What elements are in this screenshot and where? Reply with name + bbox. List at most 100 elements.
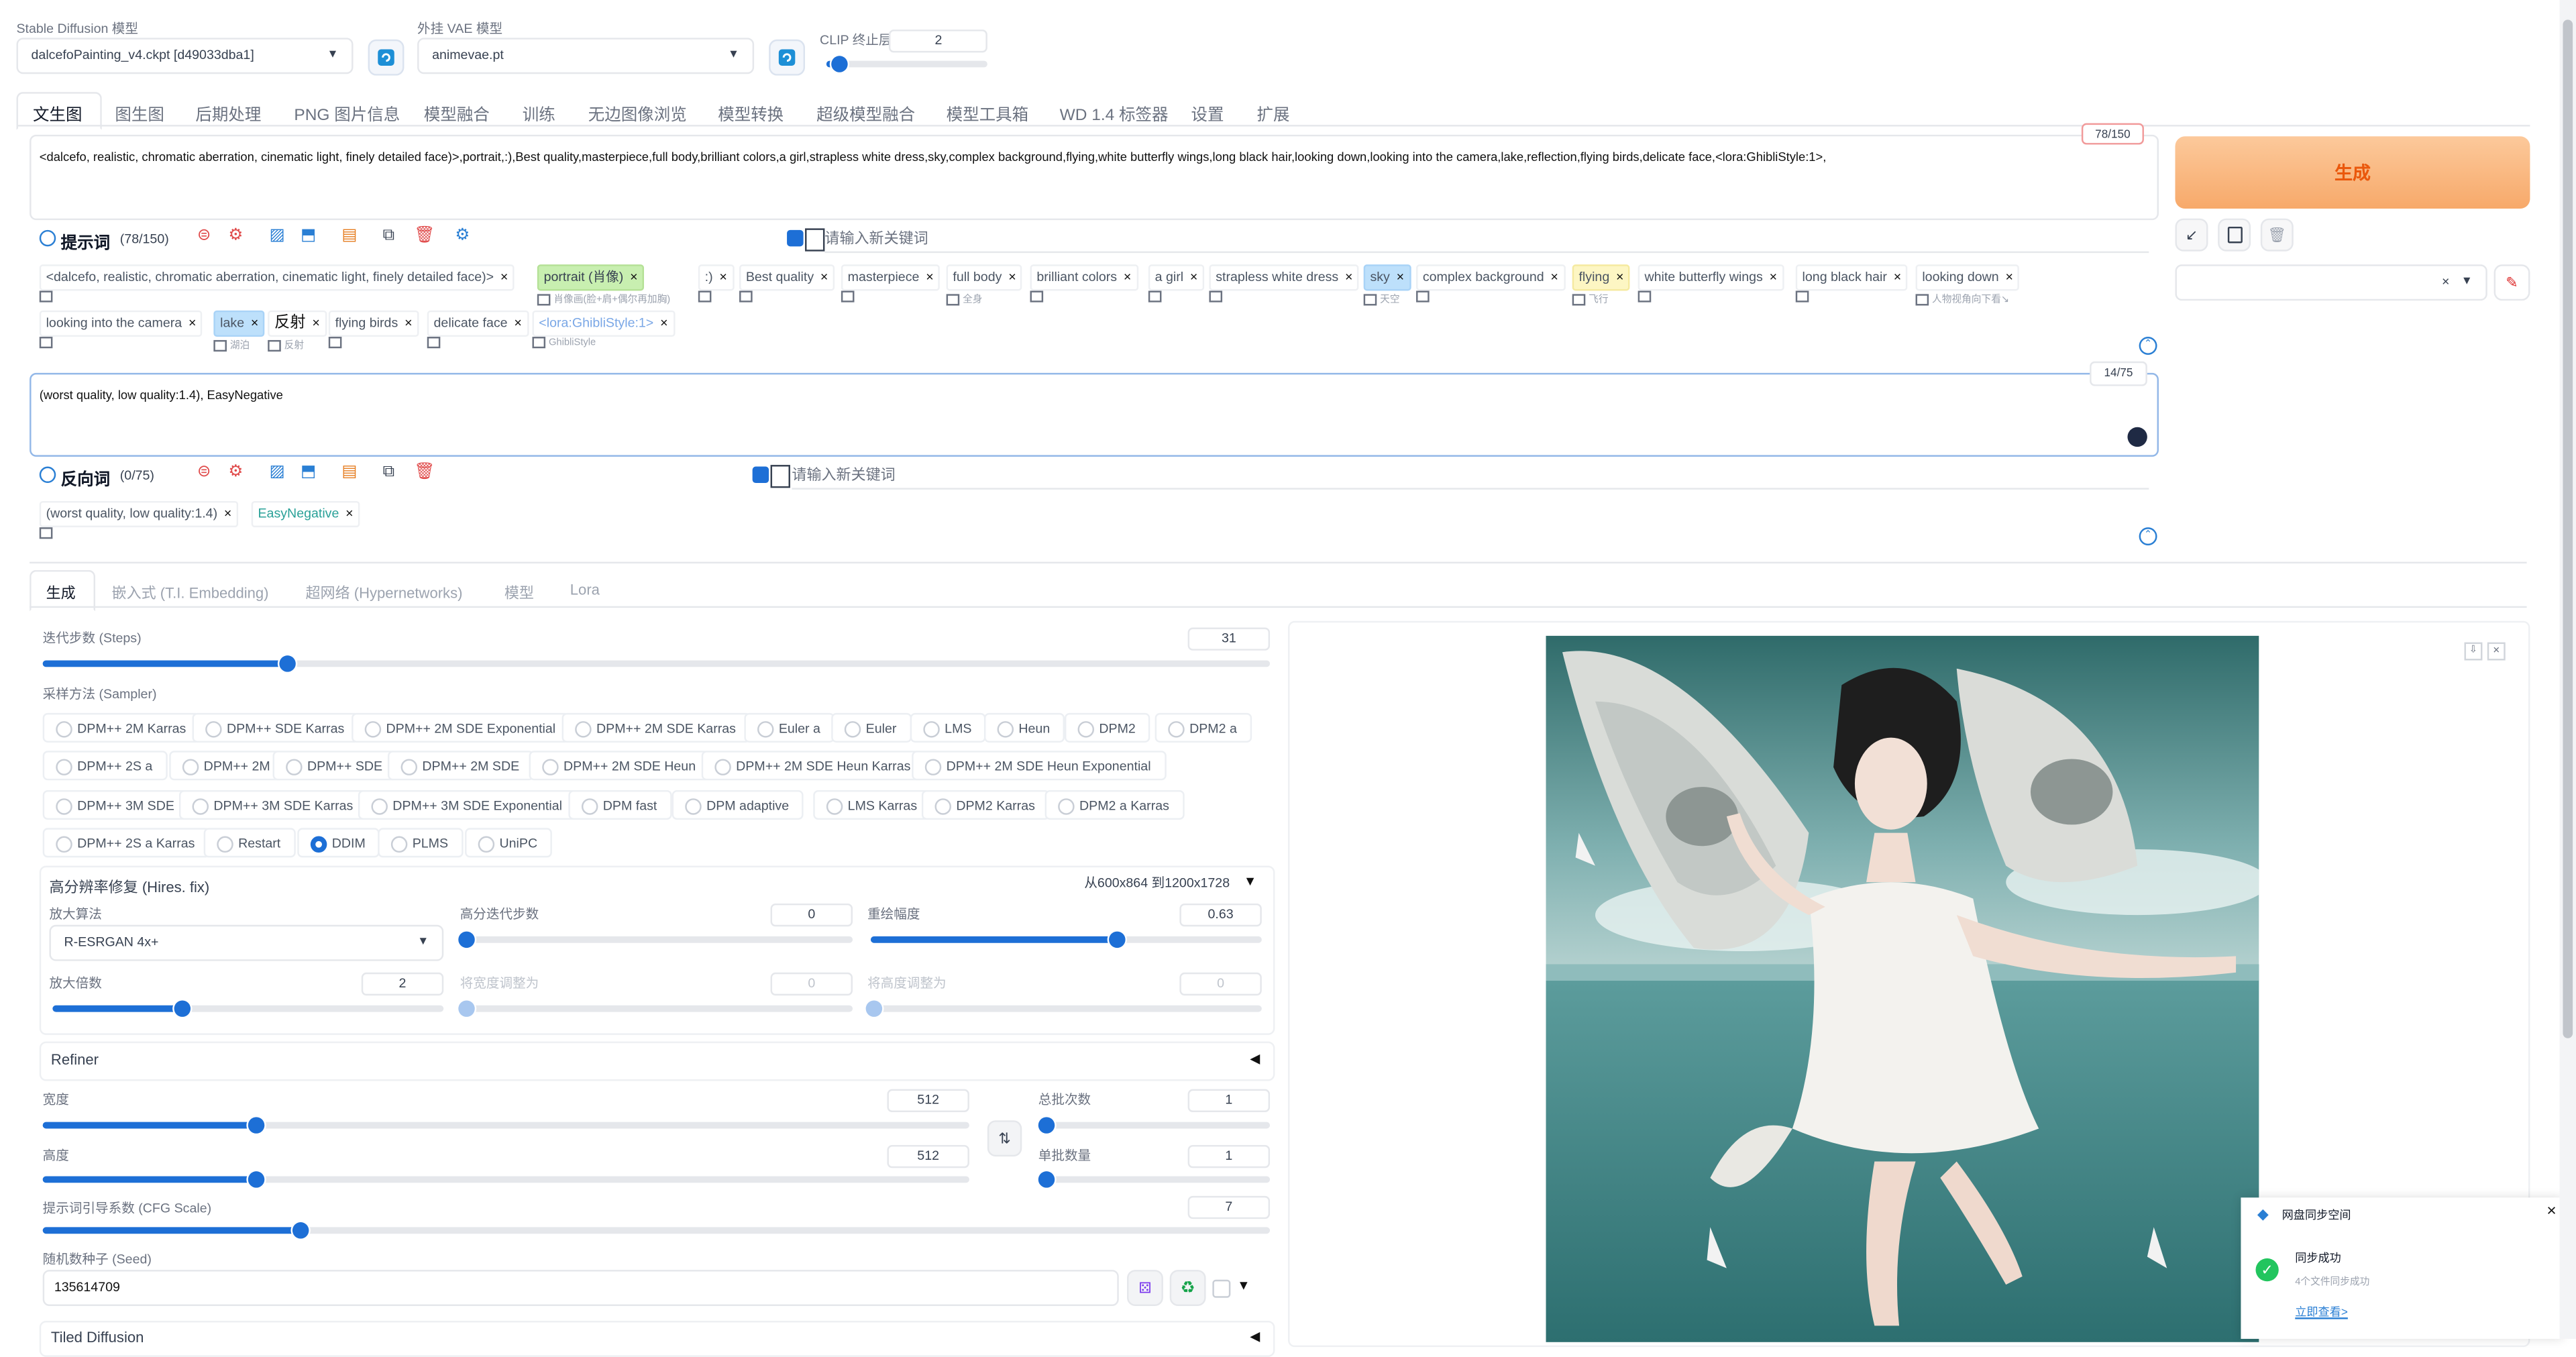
sampler-option[interactable]: LMS bbox=[910, 712, 987, 743]
subtab-2[interactable]: 超网络 (Hypernetworks) bbox=[306, 582, 463, 603]
slider-thumb[interactable] bbox=[865, 1000, 883, 1017]
translate-icon[interactable] bbox=[39, 290, 53, 303]
caret-down-icon[interactable]: ▼ bbox=[1244, 874, 1256, 889]
sampler-option[interactable]: PLMS bbox=[378, 828, 464, 858]
height-input[interactable]: 512 bbox=[887, 1144, 969, 1169]
slider-thumb[interactable] bbox=[1038, 1171, 1055, 1188]
bookmark-icon[interactable]: ⬒ bbox=[301, 464, 316, 482]
negative-tag[interactable]: (worst quality, low quality:1.4) × bbox=[39, 500, 239, 528]
sampler-option[interactable]: DPM++ SDE Karras bbox=[192, 712, 360, 743]
sampler-option[interactable]: DPM++ 2M SDE Karras bbox=[561, 712, 751, 743]
sampler-option[interactable]: DPM++ 2M SDE Exponential bbox=[352, 712, 571, 743]
batch-count-slider[interactable] bbox=[1038, 1117, 1271, 1134]
width-slider[interactable] bbox=[42, 1117, 969, 1134]
close-icon[interactable]: × bbox=[1008, 270, 1016, 284]
close-icon[interactable]: × bbox=[660, 315, 667, 330]
collapse-up-icon[interactable]: ⌃ bbox=[2139, 527, 2157, 546]
close-icon[interactable]: × bbox=[1124, 270, 1131, 284]
tab-8[interactable]: 超级模型融合 bbox=[816, 100, 915, 125]
negative-new-keyword-input[interactable]: 请输入新关键词 bbox=[792, 462, 2149, 490]
scale-input[interactable]: 2 bbox=[361, 972, 444, 996]
slider-thumb[interactable] bbox=[458, 1000, 475, 1017]
sampler-option[interactable]: DPM++ 2S a Karras bbox=[42, 828, 210, 858]
trash-icon[interactable]: 🗑 bbox=[414, 227, 435, 245]
cfg-slider[interactable] bbox=[42, 1222, 1271, 1239]
tab-6[interactable]: 无边图像浏览 bbox=[588, 100, 687, 125]
refresh-vae-button[interactable] bbox=[769, 39, 806, 76]
gear-red-icon[interactable]: ⚙ bbox=[228, 464, 243, 482]
translate-icon[interactable] bbox=[739, 290, 753, 303]
sampler-option[interactable]: DDIM bbox=[297, 828, 380, 858]
extra-seed-checkbox[interactable] bbox=[1212, 1279, 1231, 1298]
batch-count-input[interactable]: 1 bbox=[1187, 1089, 1271, 1112]
caret-down-icon[interactable]: ▼ bbox=[1237, 1278, 1250, 1293]
negative-textarea[interactable]: (worst quality, low quality:1.4), EasyNe… bbox=[30, 372, 2159, 457]
prompt-tag[interactable]: 反射 × bbox=[268, 310, 327, 337]
clear-x-icon[interactable]: × bbox=[2442, 274, 2449, 289]
trash-icon[interactable]: 🗑 bbox=[414, 464, 435, 482]
delete-emoji-icon[interactable]: ⊜ bbox=[197, 464, 211, 482]
prompt-tag[interactable]: <lora:GhibliStyle:1> × bbox=[532, 310, 675, 337]
close-icon[interactable]: × bbox=[189, 315, 196, 330]
prompt-tag[interactable]: portrait (肖像) × bbox=[537, 264, 645, 291]
prompt-tag[interactable]: full body × bbox=[946, 264, 1023, 291]
prompt-new-keyword-input[interactable]: 请输入新关键词 bbox=[824, 225, 2149, 254]
tab-11[interactable]: 设置 bbox=[1191, 100, 1224, 125]
gear-red-icon[interactable]: ⚙ bbox=[228, 227, 243, 245]
denoise-slider[interactable] bbox=[870, 931, 1262, 948]
close-icon[interactable]: × bbox=[1345, 270, 1352, 284]
settings-icon[interactable]: ⚙ bbox=[455, 227, 470, 245]
sampler-option[interactable]: DPM++ 2M SDE Heun bbox=[529, 751, 711, 781]
history-icon[interactable]: ▤ bbox=[341, 227, 357, 245]
scrollbar-thumb[interactable] bbox=[2563, 19, 2573, 1038]
slider-thumb[interactable] bbox=[280, 655, 297, 672]
close-icon[interactable]: × bbox=[1550, 270, 1558, 284]
sampler-option[interactable]: DPM++ 3M SDE Karras bbox=[178, 790, 368, 820]
translate-icon[interactable] bbox=[841, 290, 855, 303]
sampler-option[interactable]: DPM adaptive bbox=[672, 790, 804, 820]
translate-icon[interactable] bbox=[537, 294, 551, 306]
close-icon[interactable]: × bbox=[630, 270, 637, 284]
hires-label[interactable]: 高分辨率修复 (Hires. fix) bbox=[49, 875, 209, 897]
tab-5[interactable]: 训练 bbox=[523, 100, 555, 125]
prompt-tag[interactable]: complex background × bbox=[1416, 264, 1565, 291]
sampler-option[interactable]: DPM fast bbox=[568, 790, 672, 820]
translate-icon[interactable] bbox=[213, 339, 227, 351]
keyword-checkbox[interactable] bbox=[787, 229, 804, 247]
swap-dimensions-button[interactable]: ⇅ bbox=[987, 1120, 1022, 1157]
batch-size-input[interactable]: 1 bbox=[1187, 1144, 1271, 1169]
translate-icon[interactable] bbox=[1209, 290, 1223, 303]
resize-h-slider[interactable] bbox=[865, 1000, 1262, 1017]
slider-thumb[interactable] bbox=[248, 1117, 264, 1134]
extension-icon[interactable] bbox=[2127, 427, 2147, 447]
edit-styles-button[interactable]: ✎ bbox=[2493, 264, 2530, 301]
sampler-option[interactable]: LMS Karras bbox=[813, 790, 932, 820]
sampler-option[interactable]: DPM++ 3M SDE Exponential bbox=[358, 790, 578, 820]
negative-tag[interactable]: EasyNegative × bbox=[251, 500, 360, 528]
close-icon[interactable]: × bbox=[312, 315, 319, 330]
slider-thumb[interactable] bbox=[248, 1171, 264, 1188]
slider-thumb[interactable] bbox=[1038, 1117, 1055, 1134]
clear-button[interactable] bbox=[2218, 218, 2251, 252]
resize-h-input[interactable]: 0 bbox=[1179, 972, 1262, 996]
translate-icon[interactable] bbox=[1572, 294, 1586, 306]
collapse-icon[interactable] bbox=[39, 229, 56, 247]
sampler-option[interactable]: UniPC bbox=[465, 828, 553, 858]
sampler-option[interactable]: DPM++ 2S a bbox=[42, 751, 168, 781]
sampler-option[interactable]: DPM++ 2M SDE bbox=[387, 751, 535, 781]
denoise-input[interactable]: 0.63 bbox=[1179, 903, 1262, 927]
tab-4[interactable]: 模型融合 bbox=[424, 100, 490, 125]
prompt-tag[interactable]: Best quality × bbox=[739, 264, 835, 291]
close-icon[interactable]: × bbox=[2546, 1203, 2556, 1221]
clip-slider[interactable] bbox=[826, 56, 987, 72]
subtab-3[interactable]: 模型 bbox=[504, 582, 534, 603]
close-icon[interactable]: × bbox=[251, 315, 258, 330]
translate-icon[interactable] bbox=[1638, 290, 1652, 303]
notify-link[interactable]: 立即查看> bbox=[2295, 1305, 2348, 1321]
width-input[interactable]: 512 bbox=[887, 1089, 969, 1112]
tab-9[interactable]: 模型工具箱 bbox=[947, 100, 1028, 125]
translate-icon[interactable] bbox=[1148, 290, 1162, 303]
translate-icon[interactable] bbox=[946, 294, 960, 306]
download-icon[interactable]: ⇩ bbox=[2464, 642, 2483, 661]
resize-w-slider[interactable] bbox=[458, 1000, 853, 1017]
